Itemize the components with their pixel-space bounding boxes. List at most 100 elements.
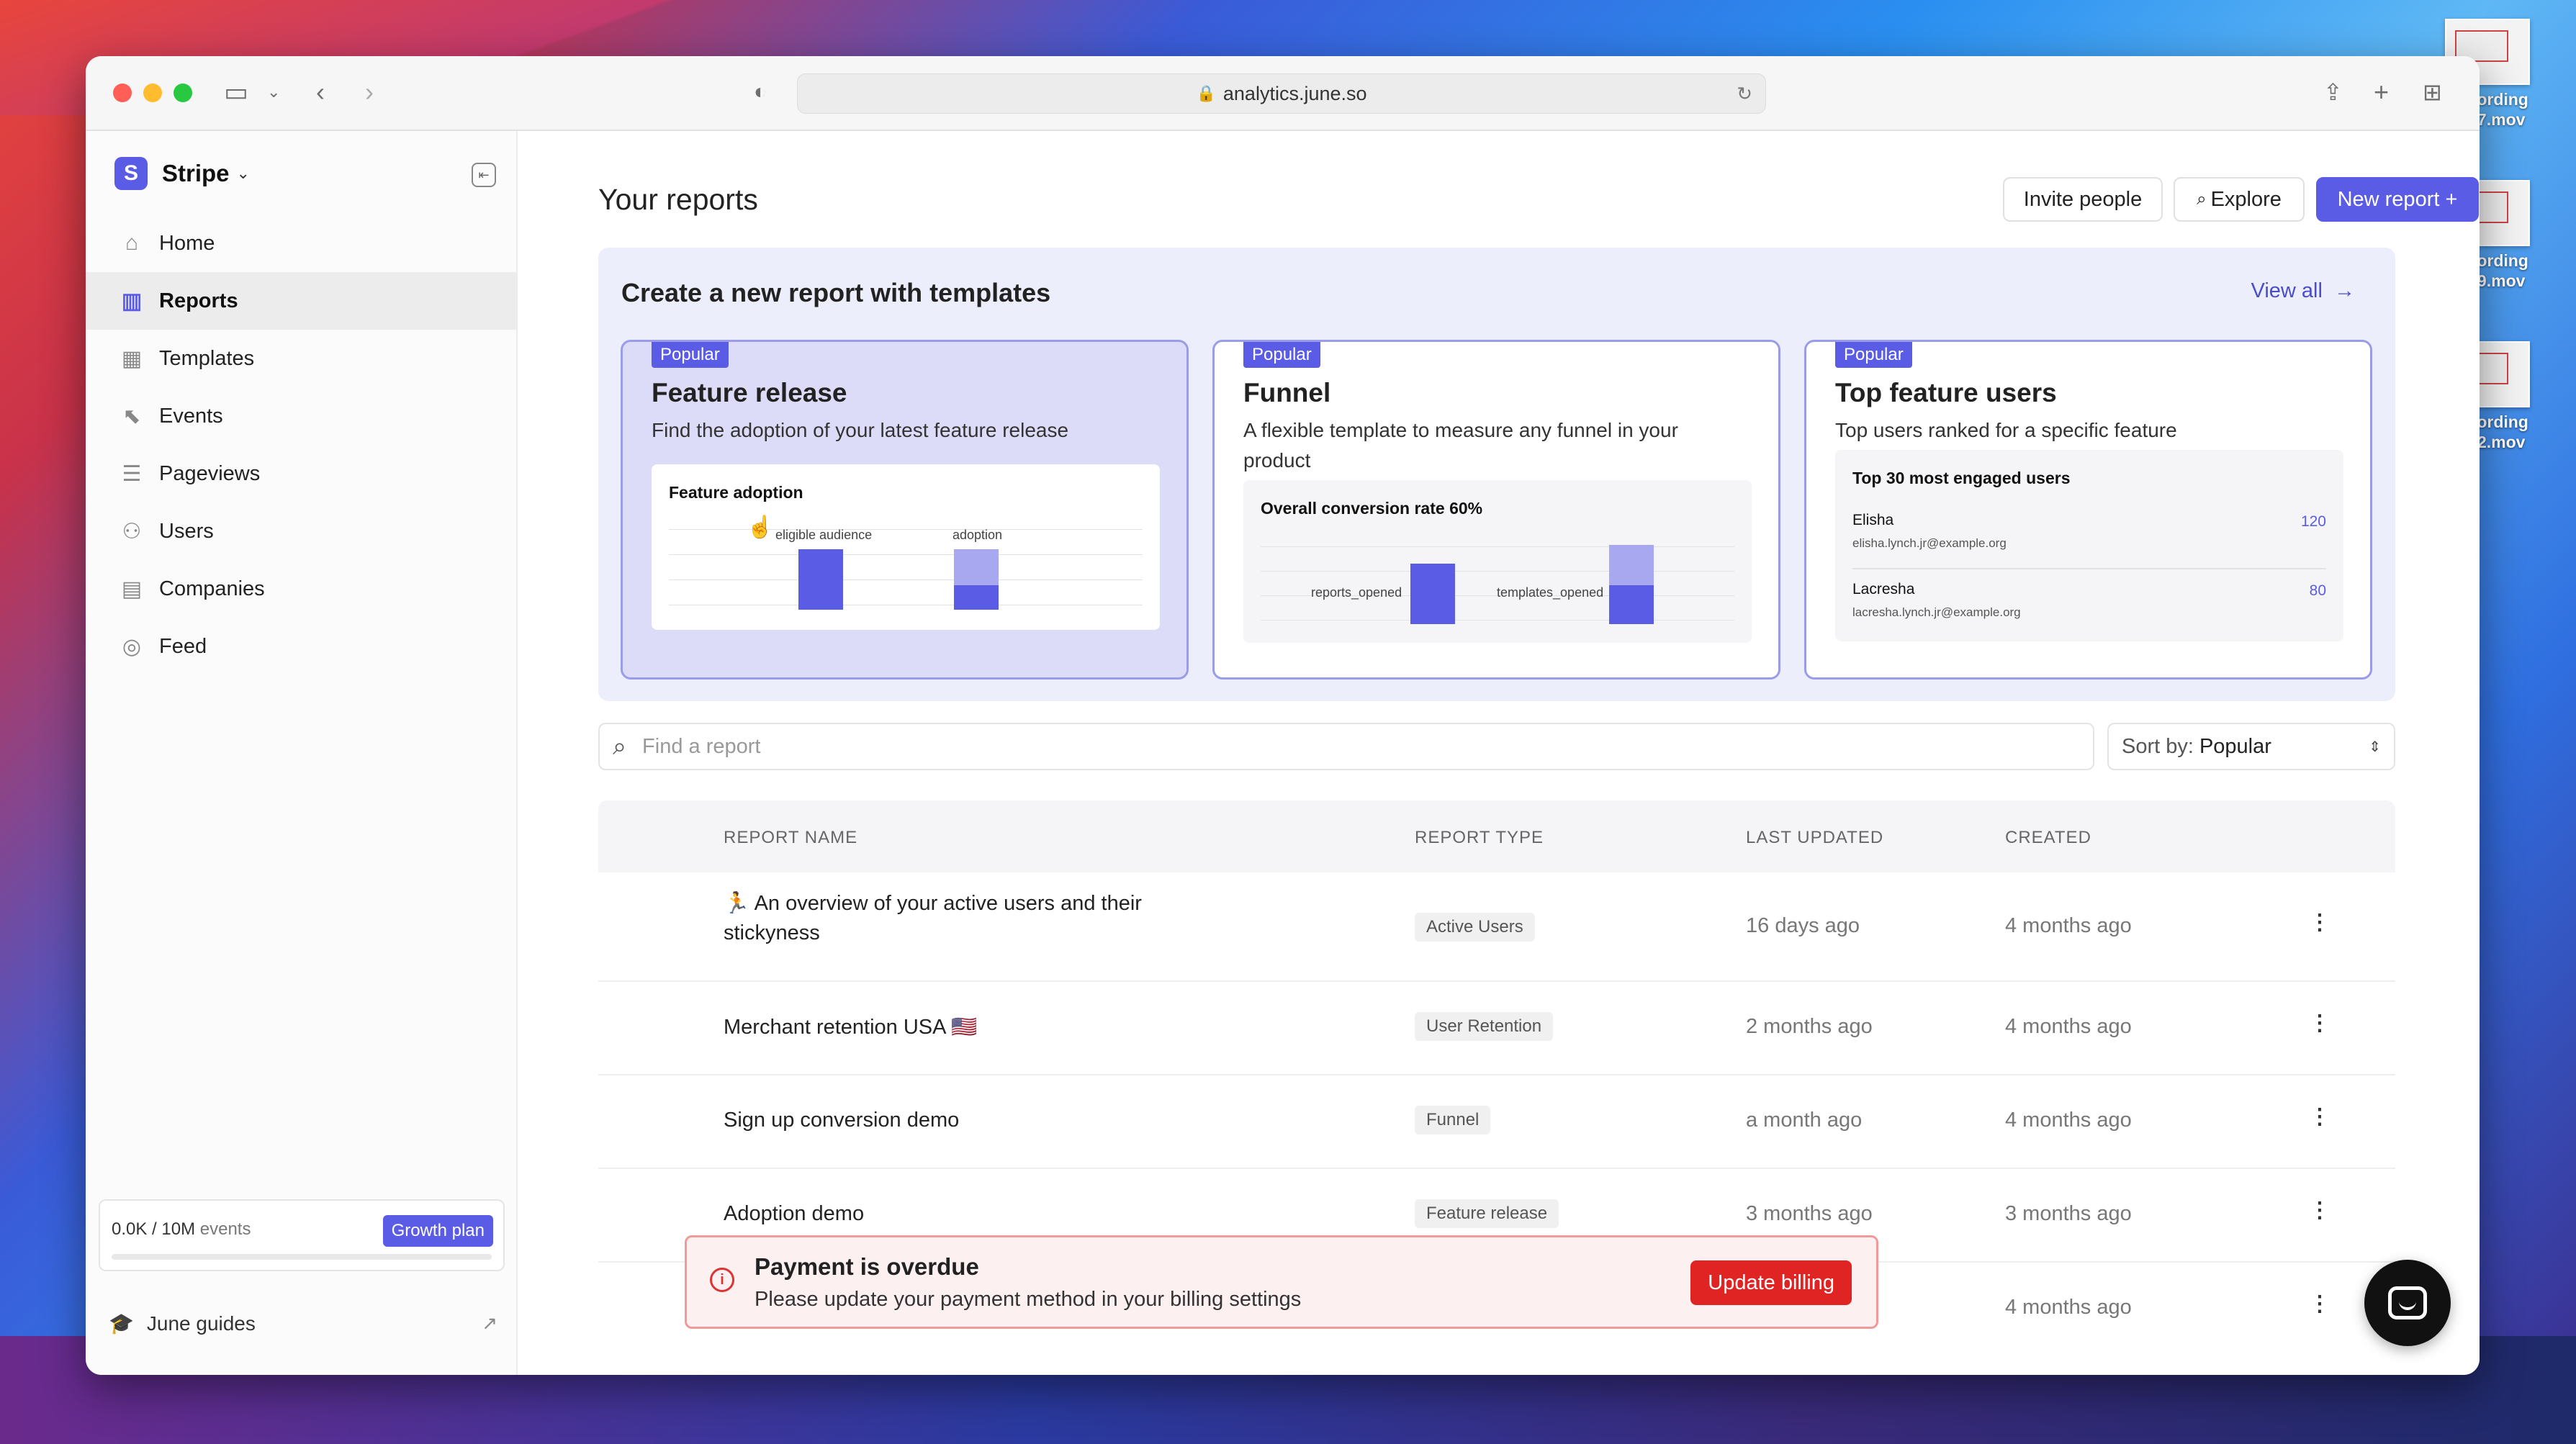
user-value: 120 bbox=[2300, 513, 2326, 530]
user-email: lacresha.lynch.jr@example.org bbox=[1852, 605, 2021, 619]
preview-title: Feature adoption bbox=[669, 483, 803, 502]
chat-launcher-button[interactable] bbox=[2364, 1260, 2451, 1346]
address-bar[interactable]: 🔒 analytics.june.so ↻ bbox=[797, 73, 1766, 114]
table-header: REPORT NAME REPORT TYPE LAST UPDATED CRE… bbox=[598, 800, 2395, 872]
preview-title: Top 30 most engaged users bbox=[1852, 469, 2071, 487]
invite-people-button[interactable]: Invite people bbox=[2003, 177, 2163, 222]
sidebar-item-templates[interactable]: ▦ Templates bbox=[86, 330, 518, 387]
close-window-button[interactable] bbox=[113, 84, 132, 102]
sidebar-item-reports[interactable]: ▥ Reports bbox=[86, 272, 518, 330]
templates-panel: Create a new report with templates View … bbox=[598, 248, 2395, 701]
forward-icon[interactable]: › bbox=[365, 78, 374, 107]
user-name: Elisha bbox=[1852, 512, 1894, 528]
created: 4 months ago bbox=[2005, 1109, 2132, 1132]
sidebar-item-label: Events bbox=[159, 404, 223, 428]
external-link-icon: ↗ bbox=[482, 1312, 497, 1334]
sidebar-item-users[interactable]: ⚇ Users bbox=[86, 502, 518, 560]
sort-value: Popular bbox=[2199, 734, 2271, 758]
workspace-logo: S bbox=[114, 157, 148, 190]
june-guides-link[interactable]: 🎓 June guides ↗ bbox=[109, 1312, 497, 1335]
chevron-down-icon[interactable]: ⌄ bbox=[267, 78, 280, 107]
back-icon[interactable]: ‹ bbox=[316, 78, 325, 107]
sidebar-item-companies[interactable]: ▤ Companies bbox=[86, 560, 518, 618]
lock-icon: 🔒 bbox=[1196, 84, 1216, 102]
more-options-icon[interactable]: ⋮ bbox=[2309, 1011, 2330, 1036]
table-row[interactable]: 🏃 An overview of your active users and t… bbox=[598, 872, 2395, 982]
search-input[interactable] bbox=[642, 734, 2011, 759]
more-options-icon[interactable]: ⋮ bbox=[2309, 1291, 2330, 1317]
users-icon: ⚇ bbox=[122, 519, 142, 543]
column-header[interactable]: LAST UPDATED bbox=[1746, 828, 1883, 848]
share-icon[interactable]: ⇪ bbox=[2323, 78, 2343, 107]
report-name: 🏃 An overview of your active users and t… bbox=[724, 892, 1142, 915]
template-card-funnel[interactable]: Popular Funnel A flexible template to me… bbox=[1212, 340, 1780, 680]
update-billing-button[interactable]: Update billing bbox=[1690, 1260, 1852, 1305]
tab-overview-icon[interactable]: ⊞ bbox=[2423, 78, 2442, 107]
created: 4 months ago bbox=[2005, 914, 2132, 937]
grid-line bbox=[669, 579, 1143, 580]
template-card-feature-release[interactable]: Popular Feature release Find the adoptio… bbox=[621, 340, 1189, 680]
card-description: A flexible template to measure any funne… bbox=[1243, 419, 1678, 471]
bar-label: reports_opened bbox=[1311, 585, 1402, 600]
popular-badge: Popular bbox=[652, 342, 729, 368]
usage-text: 0.0K / 10M events bbox=[112, 1219, 251, 1240]
popular-badge: Popular bbox=[1243, 342, 1320, 368]
usage-unit: events bbox=[195, 1219, 251, 1239]
privacy-shield-icon[interactable]: ◐ bbox=[754, 78, 767, 107]
main-content: Your reports Invite people ⌕ Explore New… bbox=[518, 131, 2480, 1375]
collapse-sidebar-icon[interactable]: ⇤ bbox=[472, 163, 496, 187]
chevron-down-icon: ⌄ bbox=[236, 164, 250, 182]
feature-adoption-preview: Feature adoption eligible audience adopt… bbox=[652, 464, 1160, 630]
updown-arrows-icon: ⇕ bbox=[2369, 739, 2381, 755]
workspace-switcher[interactable]: S Stripe ⌄ bbox=[114, 157, 250, 190]
grid-line bbox=[1261, 546, 1734, 547]
plan-badge[interactable]: Growth plan bbox=[382, 1215, 493, 1247]
sidebar-toggle-icon[interactable]: ▭ bbox=[224, 78, 248, 107]
chart-bar bbox=[954, 549, 999, 585]
pageviews-icon: ☰ bbox=[122, 461, 142, 486]
report-type-tag: Active Users bbox=[1415, 913, 1535, 942]
report-name: Adoption demo bbox=[724, 1202, 865, 1225]
new-report-button[interactable]: New report + bbox=[2316, 177, 2479, 222]
info-icon: i bbox=[710, 1268, 734, 1292]
grid-line bbox=[669, 529, 1143, 530]
user-email: elisha.lynch.jr@example.org bbox=[1852, 536, 2007, 550]
sidebar-item-events[interactable]: ⬉ Events bbox=[86, 387, 518, 445]
more-options-icon[interactable]: ⋮ bbox=[2309, 910, 2330, 935]
reports-icon: ▥ bbox=[121, 289, 143, 313]
report-type-tag: Funnel bbox=[1415, 1106, 1491, 1134]
sidebar-item-home[interactable]: ⌂ Home bbox=[86, 215, 518, 272]
funnel-preview: Overall conversion rate 60% reports_open… bbox=[1243, 480, 1752, 643]
grid-line bbox=[669, 554, 1143, 555]
created: 3 months ago bbox=[2005, 1202, 2132, 1225]
cursor-hand-icon: ☝ bbox=[747, 515, 774, 539]
column-header[interactable]: CREATED bbox=[2005, 828, 2091, 848]
minimize-window-button[interactable] bbox=[143, 84, 162, 102]
grid-line bbox=[1261, 571, 1734, 572]
last-updated: 2 months ago bbox=[1746, 1015, 1873, 1038]
chart-bar bbox=[1609, 545, 1654, 585]
maximize-window-button[interactable] bbox=[174, 84, 192, 102]
sidebar-item-label: Pageviews bbox=[159, 461, 261, 485]
card-title: Feature release bbox=[652, 378, 847, 407]
reload-icon[interactable]: ↻ bbox=[1737, 83, 1752, 105]
url-text: analytics.june.so bbox=[1222, 82, 1367, 104]
chart-bar bbox=[954, 585, 999, 610]
more-options-icon[interactable]: ⋮ bbox=[2309, 1104, 2330, 1129]
sidebar-item-pageviews[interactable]: ☰ Pageviews bbox=[86, 445, 518, 502]
template-card-top-feature-users[interactable]: Popular Top feature users Top users rank… bbox=[1804, 340, 2372, 680]
explore-label: Explore bbox=[2210, 187, 2282, 211]
more-options-icon[interactable]: ⋮ bbox=[2309, 1198, 2330, 1223]
column-header[interactable]: REPORT TYPE bbox=[1415, 828, 1544, 848]
sidebar-item-label: Feed bbox=[159, 634, 207, 658]
sidebar-item-label: Reports bbox=[159, 289, 238, 312]
new-tab-icon[interactable]: + bbox=[2374, 78, 2389, 107]
column-header[interactable]: REPORT NAME bbox=[724, 828, 857, 848]
sidebar-item-feed[interactable]: ◎ Feed bbox=[86, 618, 518, 675]
table-row[interactable]: Sign up conversion demo Funnel a month a… bbox=[598, 1075, 2395, 1169]
table-row[interactable]: Merchant retention USA 🇺🇸 User Retention… bbox=[598, 982, 2395, 1075]
explore-button[interactable]: ⌕ Explore bbox=[2174, 177, 2305, 222]
card-title: Funnel bbox=[1243, 378, 1331, 407]
view-all-link[interactable]: View all → bbox=[2251, 279, 2355, 303]
sort-select[interactable]: Sort by: Popular ⇕ bbox=[2107, 723, 2395, 770]
